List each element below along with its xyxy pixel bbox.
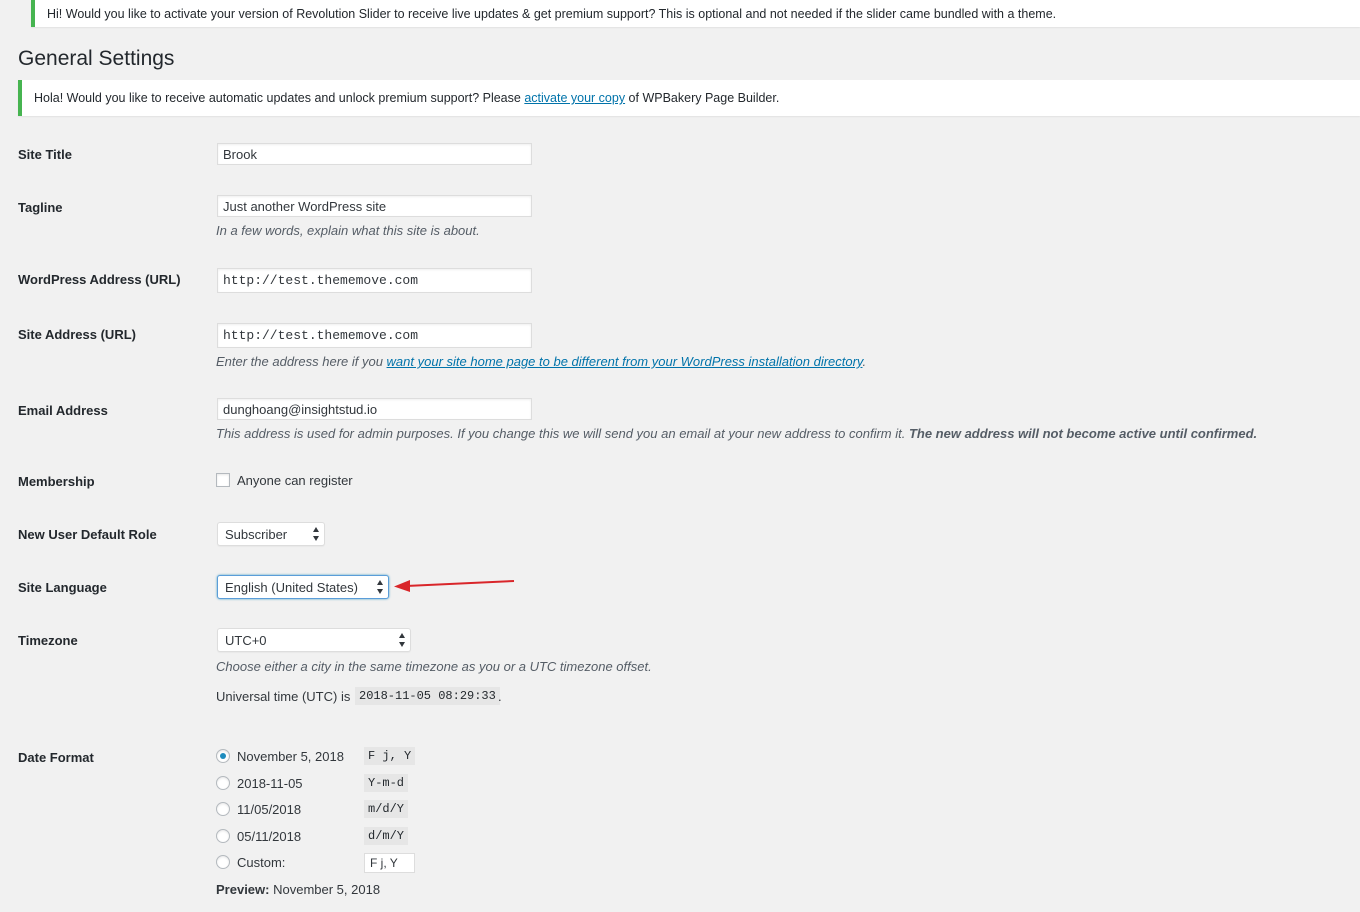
membership-label: Membership [18,474,95,489]
date-format-radio-1[interactable] [216,776,230,790]
anyone-can-register-checkbox[interactable] [216,473,230,487]
date-format-radio-2[interactable] [216,802,230,816]
anyone-can-register-label[interactable]: Anyone can register [237,473,353,488]
timezone-value: UTC+0 [225,632,267,648]
timezone-description: Choose either a city in the same timezon… [216,659,652,674]
default-role-label: New User Default Role [18,527,157,542]
site-address-description: Enter the address here if you want your … [216,354,867,369]
select-arrows-icon [398,633,405,647]
date-format-radio-0[interactable] [216,749,230,763]
default-role-value: Subscriber [225,526,288,542]
site-title-label: Site Title [18,147,72,162]
site-language-label: Site Language [18,580,107,595]
default-role-select[interactable]: Subscriber [217,522,325,546]
site-language-select[interactable]: English (United States) [217,575,389,599]
wp-address-input[interactable] [217,268,532,293]
date-format-code: m/d/Y [364,800,409,818]
wpbakery-notice: Hola! Would you like to receive automati… [18,80,1360,116]
select-arrows-icon [312,527,319,541]
date-format-option-label[interactable]: 05/11/2018 [237,829,301,844]
tagline-description: In a few words, explain what this site i… [216,223,480,238]
date-format-code: F j, Y [364,747,416,765]
utc-time-period: . [498,689,502,704]
date-format-preview: Preview: November 5, 2018 [216,882,381,897]
revslider-notice-text: Hi! Would you like to activate your vers… [47,6,1057,21]
email-input[interactable] [217,398,532,420]
timezone-label: Timezone [18,633,78,648]
home-page-different-link[interactable]: want your site home page to be different… [387,354,863,369]
date-format-code: Y-m-d [364,774,409,792]
date-format-radio-3[interactable] [216,829,230,843]
activate-copy-link[interactable]: activate your copy [524,91,625,105]
date-format-option-label[interactable]: 2018-11-05 [237,776,303,791]
wpbakery-notice-text: Hola! Would you like to receive automati… [34,91,780,105]
site-address-input[interactable] [217,323,532,348]
wp-address-label: WordPress Address (URL) [18,272,181,287]
date-format-radio-custom[interactable] [216,855,230,869]
email-description: This address is used for admin purposes.… [216,426,1258,441]
date-format-option-label[interactable]: 11/05/2018 [237,802,301,817]
date-format-option-label[interactable]: November 5, 2018 [237,749,344,764]
timezone-select[interactable]: UTC+0 [217,628,411,652]
date-format-custom-input[interactable] [364,853,415,873]
email-label: Email Address [18,403,108,418]
site-language-value: English (United States) [225,579,358,595]
site-title-input[interactable] [217,143,532,165]
revslider-notice: Hi! Would you like to activate your vers… [31,0,1360,27]
utc-time-value: 2018-11-05 08:29:33 [355,687,500,705]
tagline-label: Tagline [18,200,63,215]
site-address-label: Site Address (URL) [18,327,136,342]
page-title: General Settings [18,47,175,70]
date-format-custom-label[interactable]: Custom: [237,855,285,870]
date-format-label: Date Format [18,750,94,765]
utc-time-label: Universal time (UTC) is [216,689,351,704]
tagline-input[interactable] [217,195,532,217]
select-arrows-icon [376,580,383,594]
date-format-code: d/m/Y [364,827,409,845]
annotation-arrow-icon [394,580,515,592]
